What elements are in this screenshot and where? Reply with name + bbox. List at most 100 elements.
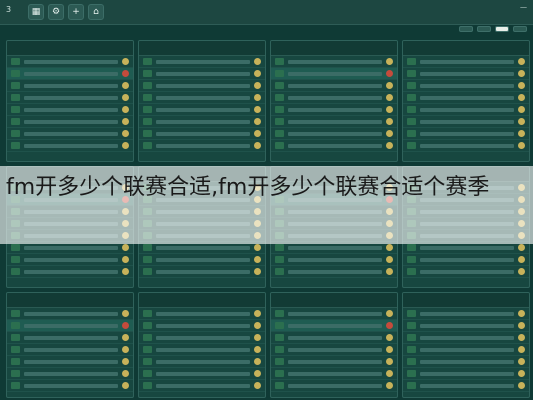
list-item[interactable] [403, 116, 529, 128]
club-badge-icon [386, 334, 393, 341]
list-item[interactable] [139, 140, 265, 152]
list-item[interactable] [139, 380, 265, 392]
list-item[interactable] [403, 332, 529, 344]
position-chip [143, 382, 152, 389]
list-item[interactable] [403, 68, 529, 80]
position-chip [143, 268, 152, 275]
list-item[interactable] [139, 320, 265, 332]
list-item[interactable] [403, 368, 529, 380]
list-item[interactable] [271, 68, 397, 80]
row-text-placeholder [288, 131, 382, 136]
list-item[interactable] [271, 116, 397, 128]
list-item[interactable] [139, 92, 265, 104]
list-item[interactable] [139, 254, 265, 266]
tab-3[interactable] [495, 26, 509, 32]
list-item[interactable] [271, 344, 397, 356]
settings-icon[interactable]: ⚙ [48, 4, 64, 20]
list-item[interactable] [403, 266, 529, 278]
list-item[interactable] [7, 266, 133, 278]
list-item[interactable] [7, 92, 133, 104]
list-item[interactable] [403, 380, 529, 392]
list-item[interactable] [403, 92, 529, 104]
list-item[interactable] [271, 320, 397, 332]
list-item[interactable] [271, 308, 397, 320]
row-text-placeholder [288, 107, 382, 112]
list-item[interactable] [7, 128, 133, 140]
add-icon[interactable]: + [68, 4, 84, 20]
row-text-placeholder [420, 59, 514, 64]
list-item[interactable] [271, 254, 397, 266]
list-item[interactable] [403, 320, 529, 332]
list-item[interactable] [139, 356, 265, 368]
list-item[interactable] [139, 68, 265, 80]
panel-header [7, 293, 133, 308]
position-chip [143, 358, 152, 365]
list-item[interactable] [7, 80, 133, 92]
tab-4[interactable] [513, 26, 527, 32]
list-item[interactable] [139, 332, 265, 344]
club-badge-icon [386, 130, 393, 137]
position-chip [275, 58, 284, 65]
list-item[interactable] [271, 128, 397, 140]
list-item[interactable] [271, 92, 397, 104]
club-badge-icon [122, 310, 129, 317]
position-chip [143, 256, 152, 263]
club-badge-icon [122, 370, 129, 377]
position-chip [407, 310, 416, 317]
list-item[interactable] [139, 56, 265, 68]
list-item[interactable] [271, 266, 397, 278]
list-item[interactable] [271, 332, 397, 344]
list-item[interactable] [403, 104, 529, 116]
list-item[interactable] [271, 368, 397, 380]
list-item[interactable] [7, 104, 133, 116]
club-badge-icon [386, 58, 393, 65]
list-item[interactable] [7, 140, 133, 152]
club-badge-icon [254, 382, 261, 389]
list-item[interactable] [7, 332, 133, 344]
list-item[interactable] [7, 308, 133, 320]
list-item[interactable] [271, 104, 397, 116]
list-item[interactable] [271, 140, 397, 152]
list-item[interactable] [7, 68, 133, 80]
list-item[interactable] [7, 254, 133, 266]
tab-1[interactable] [459, 26, 473, 32]
list-item[interactable] [403, 254, 529, 266]
list-item[interactable] [403, 128, 529, 140]
list-item[interactable] [271, 80, 397, 92]
list-item[interactable] [7, 320, 133, 332]
club-badge-icon [518, 106, 525, 113]
position-chip [407, 358, 416, 365]
panel-4 [402, 40, 530, 162]
list-item[interactable] [403, 344, 529, 356]
list-item[interactable] [139, 344, 265, 356]
list-item[interactable] [403, 56, 529, 68]
tab-2[interactable] [477, 26, 491, 32]
list-item[interactable] [139, 116, 265, 128]
list-item[interactable] [403, 356, 529, 368]
home-icon[interactable]: ⌂ [88, 4, 104, 20]
club-badge-icon [518, 322, 525, 329]
list-item[interactable] [7, 344, 133, 356]
list-item[interactable] [139, 308, 265, 320]
list-item[interactable] [7, 356, 133, 368]
list-item[interactable] [403, 140, 529, 152]
list-item[interactable] [139, 368, 265, 380]
row-text-placeholder [24, 71, 118, 76]
layout-icon[interactable]: ▦ [28, 4, 44, 20]
list-item[interactable] [139, 128, 265, 140]
list-item[interactable] [403, 308, 529, 320]
list-item[interactable] [7, 368, 133, 380]
club-badge-icon [386, 346, 393, 353]
list-item[interactable] [403, 80, 529, 92]
list-item[interactable] [139, 104, 265, 116]
list-item[interactable] [271, 56, 397, 68]
row-text-placeholder [288, 245, 382, 250]
list-item[interactable] [271, 356, 397, 368]
list-item[interactable] [7, 56, 133, 68]
list-item[interactable] [271, 380, 397, 392]
club-badge-icon [518, 82, 525, 89]
list-item[interactable] [139, 266, 265, 278]
list-item[interactable] [7, 380, 133, 392]
list-item[interactable] [7, 116, 133, 128]
list-item[interactable] [139, 80, 265, 92]
